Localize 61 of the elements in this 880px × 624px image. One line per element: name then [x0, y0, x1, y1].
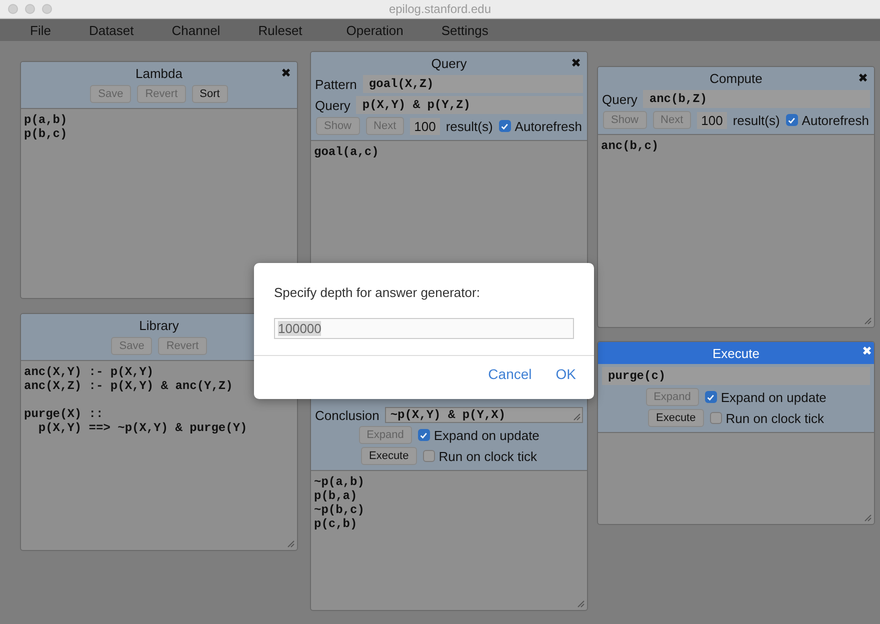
checkbox[interactable]	[710, 412, 722, 424]
checkbox-label: Expand on update	[720, 390, 826, 404]
checkbox[interactable]	[498, 120, 511, 132]
checkbox-label: Expand on update	[434, 428, 540, 442]
menu-item[interactable]: File	[30, 22, 51, 38]
panel-title: Lambda	[136, 66, 182, 80]
window-zoom-icon[interactable]	[42, 4, 52, 14]
resize-grip-icon[interactable]	[577, 600, 585, 608]
panel-title: Query	[431, 56, 467, 70]
checkbox[interactable]	[786, 114, 798, 126]
panel-button[interactable]: Execute	[648, 409, 704, 427]
resize-grip-icon[interactable]	[287, 540, 295, 548]
close-button[interactable]: ✖	[571, 56, 581, 70]
field-label: Conclusion	[315, 408, 380, 422]
checkbox[interactable]	[422, 450, 435, 462]
menu-item[interactable]: Ruleset	[258, 22, 302, 38]
checkbox-label: Run on clock tick	[438, 448, 537, 464]
window-title: epilog.stanford.edu	[388, 2, 492, 16]
window-minimize-icon[interactable]	[25, 4, 35, 14]
resize-grip-icon[interactable]	[573, 413, 581, 421]
field-label: Query	[602, 92, 638, 106]
checkbox[interactable]	[704, 391, 717, 403]
output-text: anc(X,Y) :- p(X,Y) anc(X,Z) :- p(X,Y) & anc(Y,Z) purge(X) :: p(X,Y) ==> ~p(X,Y) & purge(Y)	[24, 365, 248, 435]
checkbox-label: Run on clock tick	[726, 410, 824, 426]
output-text: anc(b,c)	[601, 139, 660, 153]
resize-grip-icon[interactable]	[864, 317, 872, 325]
count-field[interactable]: 100	[410, 118, 440, 134]
menu-item[interactable]: Operation	[346, 22, 404, 38]
results-label: result(s)	[446, 118, 493, 134]
close-button[interactable]: ✖	[862, 344, 872, 358]
results-label: result(s)	[732, 112, 780, 128]
dialog-message: Specify depth for answer generator:	[273, 284, 481, 300]
menu-item[interactable]: Settings	[441, 22, 488, 38]
count-field[interactable]: 100	[697, 112, 727, 128]
panel-button[interactable]: Sort	[192, 85, 228, 103]
panel-button[interactable]: Execute	[360, 447, 417, 465]
menu-item[interactable]: Channel	[172, 22, 220, 38]
dialog-button[interactable]: Cancel	[482, 364, 538, 384]
field-label: Query	[315, 98, 350, 112]
checkbox-label: Autorefresh	[802, 112, 869, 128]
dialog-button[interactable]: OK	[550, 364, 582, 384]
window-close-icon[interactable]	[8, 4, 18, 14]
close-button[interactable]: ✖	[281, 66, 291, 80]
menu-item[interactable]: Dataset	[88, 22, 134, 38]
input-field[interactable]: anc(b,Z)	[643, 90, 870, 108]
output-text: p(a,b) p(b,c)	[24, 113, 68, 141]
panel-title: Compute	[710, 70, 762, 86]
panel-title: Execute	[712, 346, 760, 360]
resize-grip-icon[interactable]	[864, 514, 872, 522]
input-field[interactable]: goal(X,Z)	[362, 75, 583, 93]
output-text: goal(a,c)	[314, 145, 380, 159]
input-field[interactable]: purge(c)	[602, 367, 870, 385]
panel-title: Library	[139, 318, 179, 332]
close-button[interactable]: ✖	[858, 71, 868, 85]
checkbox-label: Autorefresh	[514, 118, 582, 134]
field-label: Pattern	[315, 76, 357, 92]
checkbox[interactable]	[418, 429, 430, 441]
output-text: ~p(a,b) p(b,a) ~p(b,c) p(c,b)	[314, 475, 366, 531]
input-field[interactable]: ~p(X,Y) & p(Y,X)	[385, 407, 583, 423]
depth-input-field[interactable]: 100000	[274, 318, 574, 339]
input-field[interactable]: p(X,Y) & p(Y,Z)	[356, 96, 583, 114]
